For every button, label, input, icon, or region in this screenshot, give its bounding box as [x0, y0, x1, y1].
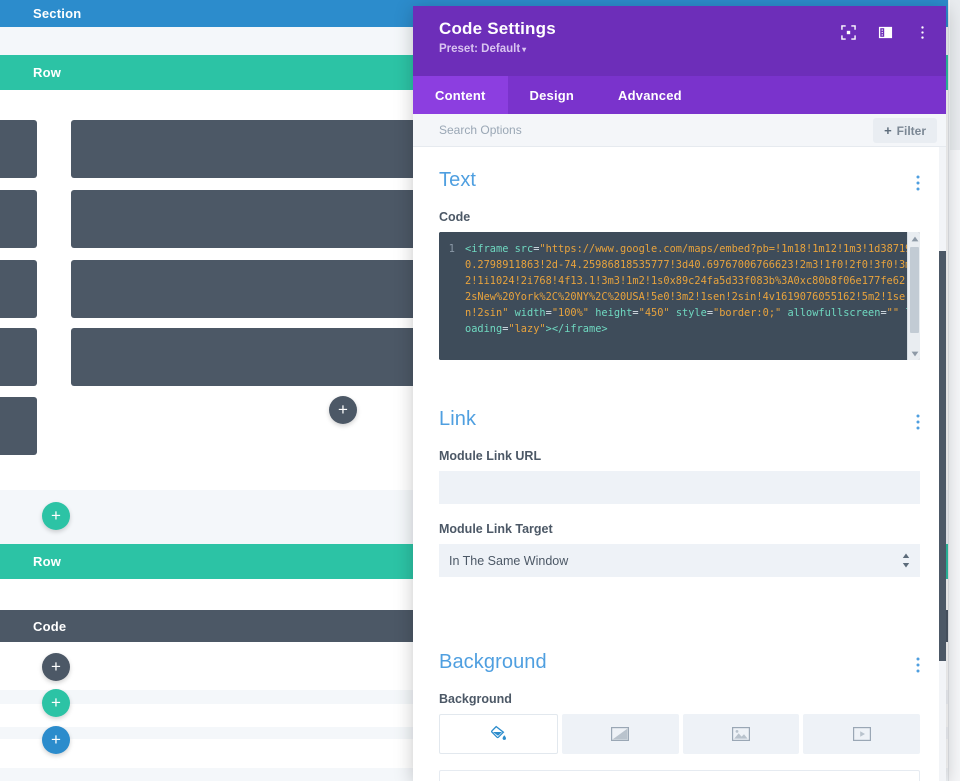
background-color-picker[interactable]	[439, 770, 920, 781]
search-options-bar: + Filter	[413, 114, 946, 147]
row-label-2: Row	[33, 554, 62, 569]
background-type-tabs	[439, 714, 920, 754]
scroll-up-icon[interactable]	[908, 232, 920, 245]
add-row-plus-2: +	[51, 692, 61, 712]
scroll-down-icon[interactable]	[908, 347, 920, 360]
code-line-number: 1	[448, 243, 455, 255]
add-section-plus: +	[51, 729, 61, 749]
modal-scrollbar[interactable]	[939, 147, 946, 781]
add-module-plus: +	[338, 399, 348, 419]
modal-body: Text Code 1 <iframe src="https://www.goo…	[413, 147, 946, 781]
section-background: Background Background	[413, 629, 946, 781]
module-link-target-select-wrap: In The Same Window	[439, 544, 920, 577]
video-icon	[852, 727, 871, 741]
page-scrollbar[interactable]	[948, 0, 960, 781]
column-block[interactable]	[0, 397, 37, 455]
code-field-label: Code	[439, 210, 471, 224]
module-link-url-input[interactable]	[439, 471, 920, 504]
tab-design[interactable]: Design	[508, 76, 597, 114]
modal-scroll-area: Text Code 1 <iframe src="https://www.goo…	[413, 147, 946, 781]
search-input[interactable]	[439, 123, 739, 137]
tab-advanced[interactable]: Advanced	[596, 76, 704, 114]
filter-button[interactable]: + Filter	[873, 118, 937, 143]
add-module-button-2[interactable]: +	[42, 653, 70, 681]
background-image-tab[interactable]	[682, 714, 800, 754]
image-icon	[731, 727, 750, 741]
background-field-label: Background	[439, 692, 512, 706]
code-editor-content[interactable]: <iframe src="https://www.google.com/maps…	[461, 232, 920, 360]
code-scrollbar-thumb[interactable]	[910, 247, 919, 333]
add-module-button[interactable]: +	[329, 396, 357, 424]
module-link-target-select[interactable]: In The Same Window	[439, 544, 920, 577]
section-link-header: Link	[439, 386, 920, 431]
chevron-down-icon: ▾	[522, 45, 527, 54]
plus-icon: +	[884, 123, 892, 138]
column-block[interactable]	[0, 190, 37, 248]
split-view-icon[interactable]	[878, 25, 893, 40]
code-settings-modal: Code Settings Preset: Default ▾ Content …	[413, 6, 946, 781]
add-row-plus: +	[51, 505, 61, 525]
column-block[interactable]	[0, 120, 37, 178]
section-text-header: Text	[439, 147, 920, 192]
section-label: Section	[33, 6, 82, 21]
expand-view-icon[interactable]	[841, 25, 856, 40]
add-row-button-2[interactable]: +	[42, 689, 70, 717]
section-link: Link Module Link URL Module Link Target …	[413, 386, 946, 577]
section-background-header: Background	[439, 629, 920, 674]
more-options-icon[interactable]	[916, 657, 920, 673]
column-block[interactable]	[0, 328, 37, 386]
modal-header-actions	[841, 25, 930, 40]
code-editor[interactable]: 1 <iframe src="https://www.google.com/ma…	[439, 232, 920, 360]
more-options-icon[interactable]	[916, 414, 920, 430]
add-row-button[interactable]: +	[42, 502, 70, 530]
code-gutter: 1	[439, 232, 461, 360]
modal-tabs: Content Design Advanced	[413, 76, 946, 114]
row-label-1: Row	[33, 65, 62, 80]
more-options-icon[interactable]	[915, 25, 930, 40]
add-module-plus-2: +	[51, 656, 61, 676]
background-color-tab[interactable]	[439, 714, 558, 754]
background-gradient-tab[interactable]	[561, 714, 679, 754]
modal-scrollbar-thumb[interactable]	[939, 251, 946, 661]
add-section-button[interactable]: +	[42, 726, 70, 754]
screenshot-root: Section Row Text	[0, 0, 960, 781]
section-title-background: Background	[439, 651, 547, 673]
section-title-link: Link	[439, 408, 477, 430]
section-text: Text Code 1 <iframe src="https://www.goo…	[413, 147, 946, 360]
gradient-icon	[611, 727, 630, 741]
code-editor-scrollbar[interactable]	[907, 232, 920, 360]
column-block[interactable]	[0, 260, 37, 318]
more-options-icon[interactable]	[916, 175, 920, 191]
filter-button-label: Filter	[896, 123, 926, 138]
preset-selector[interactable]: Preset: Default ▾	[439, 43, 928, 55]
module-link-target-label: Module Link Target	[439, 522, 553, 536]
module-link-url-label: Module Link URL	[439, 449, 542, 463]
page-scrollbar-thumb[interactable]	[950, 0, 960, 150]
background-video-tab[interactable]	[803, 714, 920, 754]
tab-content[interactable]: Content	[413, 76, 508, 114]
paint-bucket-icon	[491, 725, 507, 740]
preset-label: Preset: Default	[439, 43, 521, 55]
section-title-text: Text	[439, 169, 477, 191]
modal-header: Code Settings Preset: Default ▾	[413, 6, 946, 76]
code-module-label: Code	[33, 618, 67, 634]
